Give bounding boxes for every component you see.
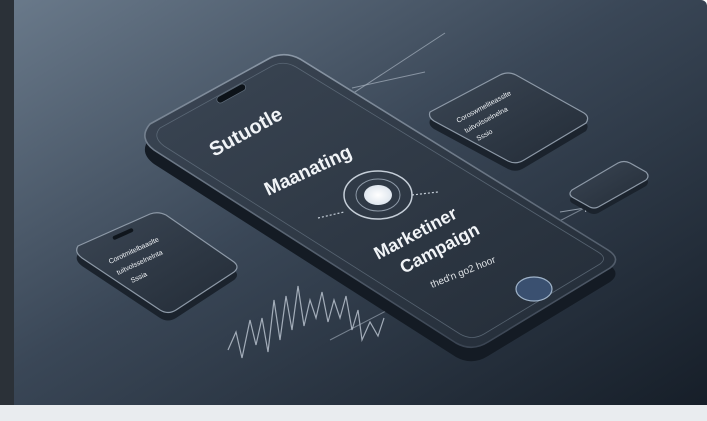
left-border-bar [0,0,14,421]
illustration: Coroswmeliteasslte tuitvolsselnelna Sssi… [0,0,707,421]
bottom-border-bar [0,405,707,421]
scene: Coroswmeliteasslte tuitvolsselnelna Sssi… [0,0,707,421]
home-button [515,276,553,302]
